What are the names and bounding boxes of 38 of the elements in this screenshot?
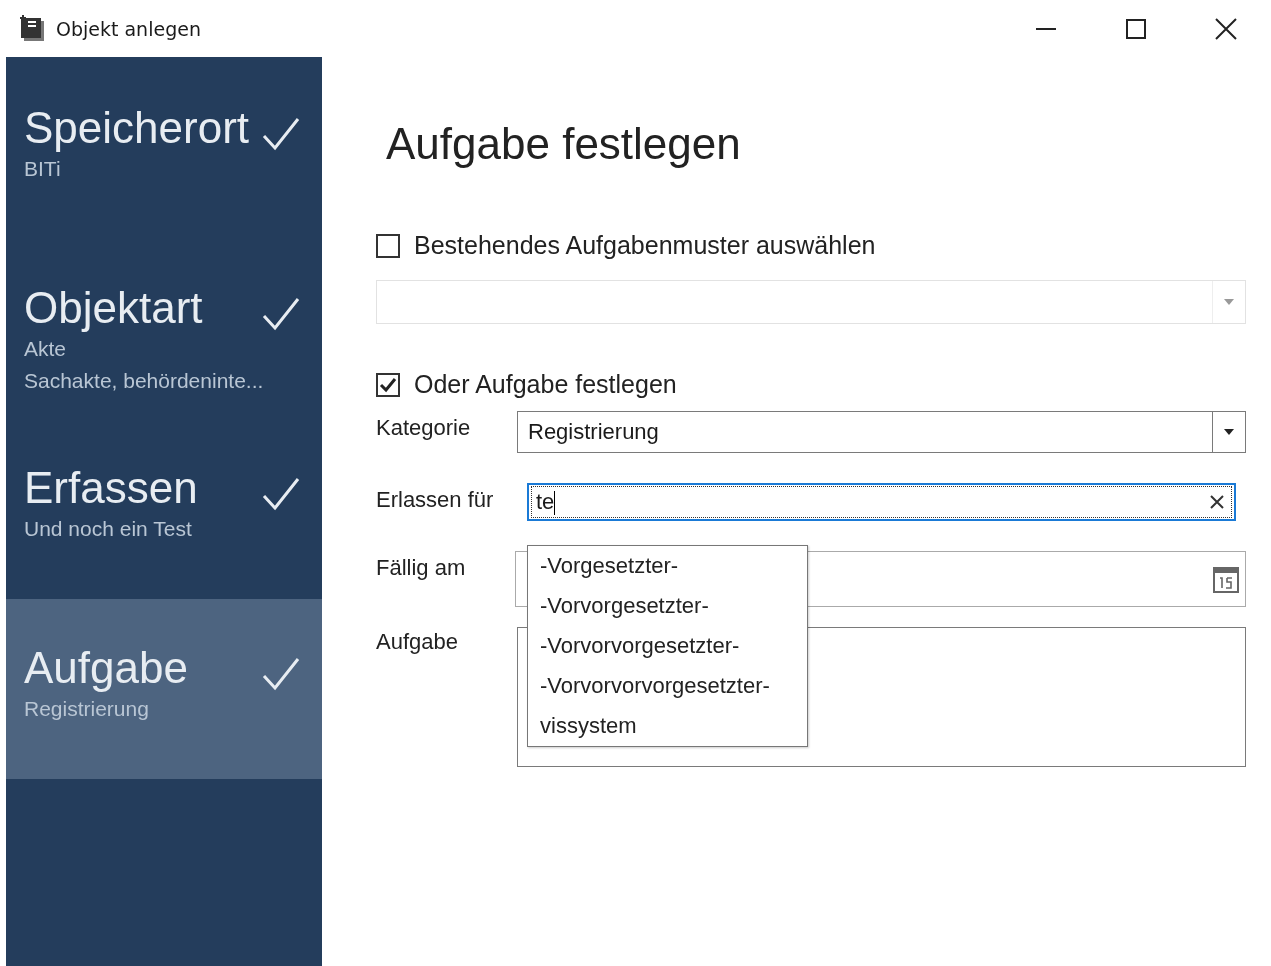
dropdown-arrow-icon: [1223, 298, 1235, 306]
close-icon: [1215, 17, 1237, 40]
maximize-icon: [1125, 17, 1147, 40]
suggestion-item[interactable]: -Vorvorvorvorgesetzter-: [528, 666, 807, 706]
step-title: Objektart: [24, 283, 203, 333]
field-label: Kategorie: [376, 414, 472, 442]
checkbox-label: Oder Aufgabe festlegen: [414, 370, 677, 399]
dropdown-arrow-icon: [1223, 428, 1235, 436]
app-icon: [18, 14, 46, 43]
step-title: Aufgabe: [24, 643, 188, 693]
checkbox-label: Bestehendes Aufgabenmuster auswählen: [414, 231, 876, 260]
category-dropdown[interactable]: Registrierung: [517, 411, 1246, 453]
step-title: Erfassen: [24, 463, 198, 513]
step-detail: BITi: [24, 156, 62, 182]
suggestion-item[interactable]: -Vorvorgesetzter-: [528, 586, 807, 626]
step-detail: Und noch ein Test: [24, 516, 193, 542]
checkbox[interactable]: [376, 233, 400, 258]
field-label: Erlassen für: [376, 486, 495, 514]
checkbox[interactable]: [376, 372, 400, 397]
page-heading: Aufgabe festlegen: [386, 119, 741, 169]
calendar-icon[interactable]: [1213, 565, 1239, 593]
suggestion-item[interactable]: -Vorgesetzter-: [528, 546, 807, 586]
step-item[interactable]: Speicherort BITi: [6, 59, 322, 239]
step-detail: Akte: [24, 336, 68, 362]
suggestion-item[interactable]: -Vorvorvorgesetzter-: [528, 626, 807, 666]
step-item[interactable]: Objektart Akte Sachakte, behördeninte...: [6, 239, 322, 419]
step-detail: Registrierung: [24, 696, 150, 722]
step-detail: Sachakte, behördeninte...: [24, 368, 265, 394]
window-title: Objekt anlegen: [56, 17, 202, 40]
field-label: Aufgabe: [376, 628, 459, 656]
step-item[interactable]: Aufgabe Registrierung: [6, 599, 322, 779]
step-item[interactable]: Erfassen Und noch ein Test: [6, 419, 322, 599]
suggestion-item[interactable]: vissystem: [528, 706, 807, 746]
minimize-icon: [1035, 27, 1057, 30]
field-label: Fällig am: [376, 554, 467, 582]
input-field[interactable]: te: [527, 483, 1236, 521]
clear-icon[interactable]: [1209, 494, 1225, 510]
step-title: Speicherort: [24, 103, 249, 153]
